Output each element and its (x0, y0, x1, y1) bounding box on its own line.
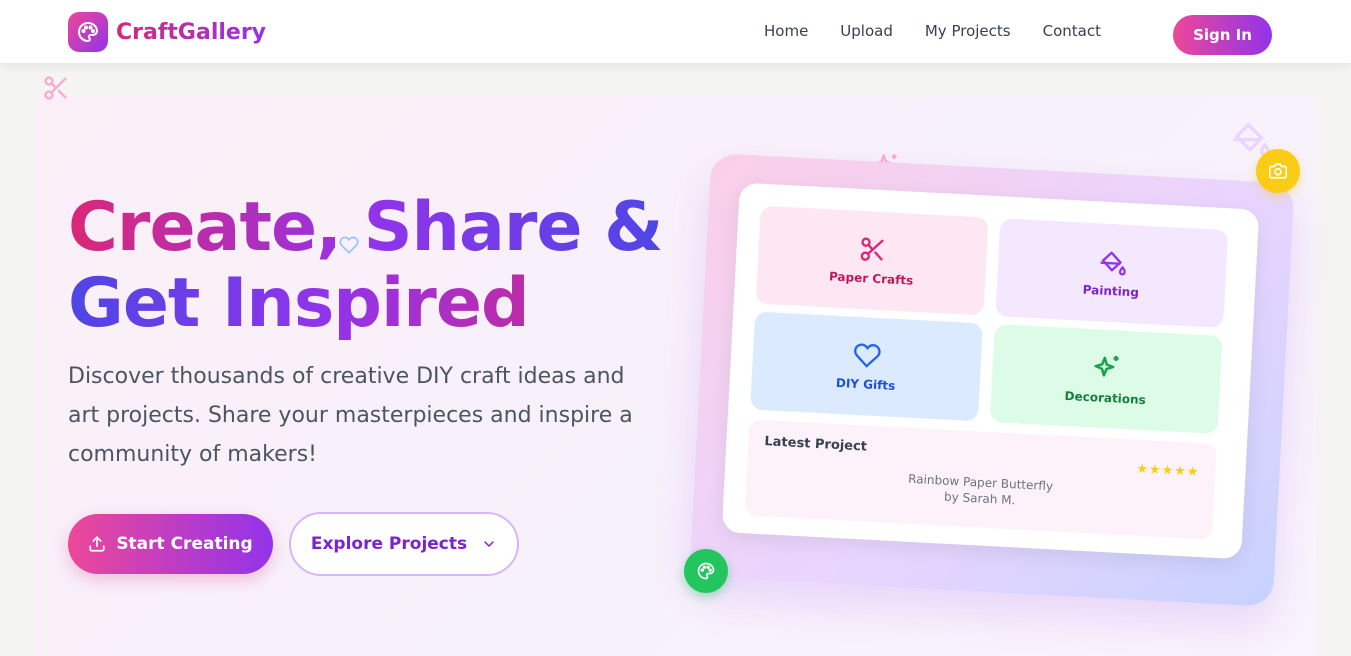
start-creating-button[interactable]: Start Creating (68, 514, 273, 574)
headline-line-2: Get Inspired (68, 266, 662, 342)
upload-icon (89, 536, 105, 552)
brand[interactable]: CraftGallery (68, 12, 266, 52)
navbar: CraftGallery Home Upload My Projects Con… (0, 0, 1351, 63)
sign-in-button[interactable]: Sign In (1173, 15, 1272, 55)
category-painting[interactable]: Painting (995, 218, 1229, 329)
nav-link-upload[interactable]: Upload (840, 22, 893, 40)
category-paper-crafts[interactable]: Paper Crafts (755, 205, 989, 316)
palette-icon (697, 562, 715, 580)
nav-link-contact[interactable]: Contact (1043, 22, 1101, 40)
category-diy-gifts[interactable]: DIY Gifts (750, 311, 983, 422)
hero-description: Discover thousands of creative DIY craft… (68, 364, 633, 467)
palette-icon (68, 12, 108, 52)
latest-project-card[interactable]: Latest Project ★★★★★ Rainbow Paper Butte… (744, 419, 1217, 540)
nav-link-home[interactable]: Home (764, 22, 808, 40)
explore-projects-button[interactable]: Explore Projects (289, 512, 519, 576)
brand-name: CraftGallery (116, 19, 267, 45)
heart-icon (854, 343, 881, 368)
category-label: Paper Crafts (828, 269, 914, 288)
category-decorations[interactable]: Decorations (989, 324, 1223, 434)
showcase-card: Paper Crafts Painting DIY Gifts Decorati… (689, 153, 1295, 607)
latest-project-title: Latest Project (764, 434, 868, 455)
sparkles-icon (1094, 355, 1119, 377)
showcase-card-inner: Paper Crafts Painting DIY Gifts Decorati… (721, 182, 1260, 560)
nav-link-my-projects[interactable]: My Projects (925, 22, 1011, 40)
headline-line-1: Create, Share & (68, 188, 663, 267)
category-label: Decorations (1064, 388, 1147, 408)
scissors-icon (44, 76, 67, 100)
hero-headline: Create, Share & Get Inspired (68, 188, 663, 342)
camera-icon (1269, 163, 1287, 179)
chevron-down-icon (484, 541, 494, 547)
category-label: DIY Gifts (835, 375, 896, 393)
camera-badge (1256, 149, 1300, 193)
palette-badge (684, 549, 728, 593)
paint-bucket-icon (1100, 251, 1126, 276)
paint-bucket-icon (1233, 123, 1270, 157)
start-creating-label: Start Creating (116, 534, 253, 554)
explore-projects-label: Explore Projects (310, 534, 468, 554)
category-label: Painting (1082, 282, 1140, 300)
scissors-icon (860, 237, 884, 261)
nav-links: Home Upload My Projects Contact (764, 22, 1133, 40)
rating-stars: ★★★★★ (1135, 461, 1200, 480)
